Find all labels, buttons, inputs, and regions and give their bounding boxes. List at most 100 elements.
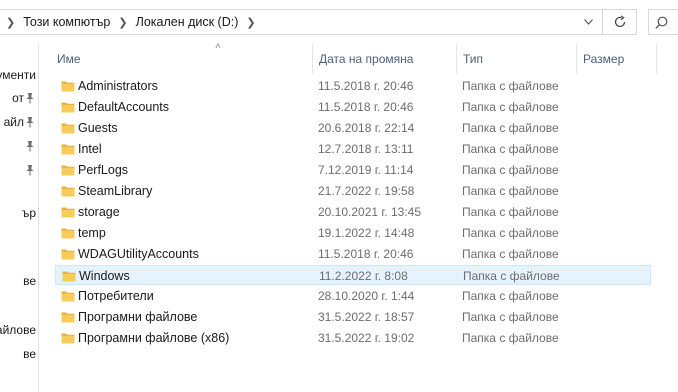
nav-item-label: ър	[21, 206, 36, 220]
nav-item[interactable]	[0, 161, 38, 179]
file-type: Папка с файлове	[462, 247, 559, 261]
nav-item[interactable]: айл	[0, 113, 38, 131]
folder-icon	[61, 291, 75, 302]
nav-item[interactable]: от	[0, 89, 38, 107]
file-name: WDAGUtilityAccounts	[78, 247, 199, 261]
table-row[interactable]: WDAGUtilityAccounts 11.5.2018 г. 20:46 Пап…	[55, 244, 651, 264]
file-date-modified: 20.10.2021 г. 13:45	[318, 205, 422, 219]
file-name: SteamLibrary	[78, 184, 153, 198]
file-type: Папка с файлове	[462, 205, 559, 219]
folder-icon	[61, 144, 75, 155]
file-date-modified: 11.5.2018 г. 20:46	[318, 247, 414, 261]
column-header-date[interactable]: Дата на промяна	[313, 44, 457, 74]
folder-icon	[61, 333, 75, 344]
nav-item[interactable]: ър	[0, 204, 38, 222]
table-row[interactable]: DefaultAccounts 11.5.2018 г. 20:46 Папка с…	[55, 97, 651, 117]
table-row[interactable]: Програмни файлове 31.5.2022 г. 18:57 Папка…	[55, 307, 651, 327]
folder-icon	[61, 186, 75, 197]
file-type: Папка с файлове	[462, 142, 559, 156]
table-row[interactable]: storage 20.10.2021 г. 13:45 Папка с файлов…	[55, 202, 651, 222]
nav-item-label: ументи	[0, 68, 36, 82]
chevron-right-icon[interactable]: ❯	[112, 16, 133, 29]
folder-icon	[61, 228, 75, 239]
folder-icon	[61, 249, 75, 260]
file-type: Папка с файлове	[462, 163, 559, 177]
chevron-right-icon[interactable]: ❯	[0, 16, 21, 29]
nav-item[interactable]: айлове	[0, 321, 38, 339]
refresh-button[interactable]	[603, 9, 637, 35]
column-headers: ˄ Име Дата на промяна Тип Размер	[39, 41, 659, 74]
pin-icon[interactable]	[25, 164, 35, 176]
file-date-modified: 20.6.2018 г. 22:14	[318, 121, 415, 135]
table-row[interactable]: Guests 20.6.2018 г. 22:14 Папка с файлове	[55, 118, 651, 138]
nav-item[interactable]: ве	[0, 345, 38, 363]
refresh-icon	[614, 15, 625, 28]
pin-icon[interactable]	[25, 116, 35, 128]
nav-item-label: айл	[3, 115, 24, 129]
nav-item[interactable]: ве	[0, 272, 38, 290]
chevron-right-icon[interactable]: ❯	[240, 16, 261, 29]
file-date-modified: 7.12.2019 г. 11:14	[318, 163, 414, 177]
file-date-modified: 31.5.2022 г. 19:02	[318, 331, 415, 345]
folder-icon	[61, 81, 75, 92]
file-type: Папка с файлове	[462, 289, 559, 303]
folder-icon	[62, 271, 76, 282]
folder-icon	[61, 123, 75, 134]
nav-item-label: ве	[23, 274, 36, 288]
file-type: Папка с файлове	[462, 331, 559, 345]
address-history-dropdown[interactable]	[574, 9, 602, 35]
file-name: storage	[78, 205, 120, 219]
folder-icon	[61, 165, 75, 176]
nav-item-label: от	[12, 91, 24, 105]
folder-icon	[61, 102, 75, 113]
file-name: Intel	[78, 142, 102, 156]
file-type: Папка с файлове	[462, 226, 559, 240]
table-row[interactable]: PerfLogs 7.12.2019 г. 11:14 Папка с файлов…	[55, 160, 651, 180]
table-row[interactable]: Windows 11.2.2022 г. 8:08 Папка с файлове	[55, 265, 651, 285]
pin-icon[interactable]	[25, 92, 35, 104]
search-icon	[655, 16, 668, 29]
file-type: Папка с файлове	[462, 121, 559, 135]
search-input[interactable]	[648, 9, 678, 35]
file-date-modified: 11.5.2018 г. 20:46	[318, 79, 414, 93]
column-header-name[interactable]: Име	[51, 44, 313, 74]
breadcrumb-local-disk[interactable]: Локален диск (D:)	[134, 15, 241, 29]
file-date-modified: 21.7.2022 г. 19:58	[318, 184, 415, 198]
address-bar[interactable]: ❯ Този компютър ❯ Локален диск (D:) ❯	[0, 9, 603, 35]
scrollbar-track[interactable]	[660, 44, 678, 392]
file-type: Папка с файлове	[462, 310, 559, 324]
file-name: Програмни файлове	[78, 310, 198, 324]
pin-icon[interactable]	[25, 140, 35, 152]
file-type: Папка с файлове	[462, 79, 559, 93]
nav-item[interactable]	[0, 137, 38, 155]
folder-icon	[61, 207, 75, 218]
column-header-type[interactable]: Тип	[457, 44, 577, 74]
column-header-size[interactable]: Размер	[577, 44, 657, 74]
breadcrumb-this-pc[interactable]: Този компютър	[21, 15, 112, 29]
file-name: Потребители	[78, 289, 154, 303]
file-date-modified: 31.5.2022 г. 18:57	[318, 310, 415, 324]
file-name: Guests	[78, 121, 118, 135]
table-row[interactable]: temp 19.1.2022 г. 14:48 Папка с файлове	[55, 223, 651, 243]
file-date-modified: 12.7.2018 г. 13:11	[318, 142, 414, 156]
file-name: PerfLogs	[78, 163, 129, 177]
file-name: Windows	[79, 269, 130, 283]
table-row[interactable]: Intel 12.7.2018 г. 13:11 Папка с файлове	[55, 139, 651, 159]
nav-item[interactable]: ументи	[0, 66, 38, 84]
folder-icon	[61, 312, 75, 323]
table-row[interactable]: Потребители 28.10.2020 г. 1:44 Папка с фай…	[55, 286, 651, 306]
table-row[interactable]: SteamLibrary 21.7.2022 г. 19:58 Папка с фа…	[55, 181, 651, 201]
file-type: Папка с файлове	[462, 184, 559, 198]
nav-item-label: ве	[23, 347, 36, 361]
file-date-modified: 11.5.2018 г. 20:46	[318, 100, 414, 114]
file-name: temp	[78, 226, 106, 240]
file-date-modified: 11.2.2022 г. 8:08	[319, 269, 408, 283]
table-row[interactable]: Administrators 11.5.2018 г. 20:46 Папка с …	[55, 76, 651, 96]
table-row[interactable]: Програмни файлове (x86) 31.5.2022 г. 19:0…	[55, 328, 651, 348]
file-name: DefaultAccounts	[78, 100, 170, 114]
navigation-pane[interactable]: ументи от айл ър ве айлове ве	[0, 44, 39, 392]
nav-item-label: айлове	[0, 323, 36, 337]
address-bar-row: ❯ Този компютър ❯ Локален диск (D:) ❯	[0, 0, 678, 44]
file-date-modified: 19.1.2022 г. 14:48	[318, 226, 415, 240]
file-type: Папка с файлове	[462, 100, 559, 114]
